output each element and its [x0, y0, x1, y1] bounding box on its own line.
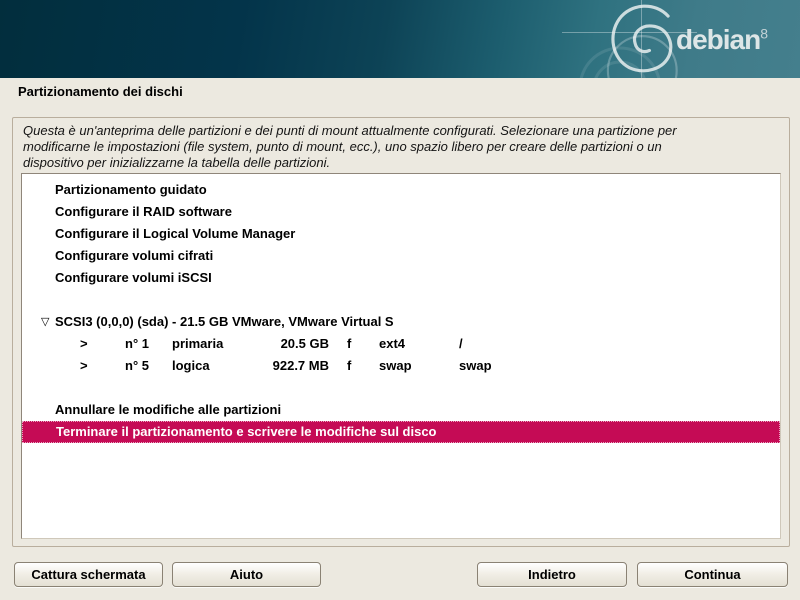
partition-type: logica: [172, 355, 257, 377]
partition-arrow-icon: >: [80, 355, 125, 377]
partition-list-rows: Partizionamento guidato Configurare il R…: [22, 179, 780, 443]
indent: [55, 333, 80, 355]
menu-item-undo-changes[interactable]: Annullare le modifiche alle partizioni: [22, 399, 780, 421]
faint-swirl-decoration-icon: [560, 30, 680, 78]
indent: [55, 355, 80, 377]
menu-item-configure-encrypted[interactable]: Configurare volumi cifrati: [22, 245, 780, 267]
description-line: dispositivo per inizializzarne la tabell…: [23, 155, 781, 171]
partition-number: n° 1: [125, 333, 172, 355]
partition-filesystem: swap: [379, 355, 459, 377]
description-line: Questa è un'anteprima delle partizioni e…: [23, 123, 781, 139]
partition-arrow-icon: >: [80, 333, 125, 355]
brand-version: 8: [760, 26, 768, 42]
screenshot-button[interactable]: Cattura schermata: [14, 562, 163, 587]
gap: [329, 355, 347, 377]
menu-item-configure-iscsi[interactable]: Configurare volumi iSCSI: [22, 267, 780, 289]
partition-number: n° 5: [125, 355, 172, 377]
menu-item-finish-partitioning[interactable]: Terminare il partizionamento e scrivere …: [22, 421, 780, 443]
partition-size: 20.5 GB: [257, 333, 329, 355]
partition-type: primaria: [172, 333, 257, 355]
menu-item-configure-raid[interactable]: Configurare il RAID software: [22, 201, 780, 223]
partition-mountpoint: /: [459, 333, 463, 355]
question-description: Questa è un'anteprima delle partizioni e…: [23, 123, 781, 171]
partition-size: 922.7 MB: [257, 355, 329, 377]
gap: [329, 333, 347, 355]
partition-list: Partizionamento guidato Configurare il R…: [21, 173, 781, 539]
installer-banner: debian8: [0, 0, 800, 78]
page-title: Partizionamento dei dischi: [18, 84, 183, 99]
brand-name: debian: [676, 24, 760, 55]
partition-format-flag: f: [347, 333, 379, 355]
disk-label: SCSI3 (0,0,0) (sda) - 21.5 GB VMware, VM…: [55, 314, 394, 329]
description-line: modificarne le impostazioni (file system…: [23, 139, 781, 155]
menu-item-guided-partitioning[interactable]: Partizionamento guidato: [22, 179, 780, 201]
menu-item-configure-lvm[interactable]: Configurare il Logical Volume Manager: [22, 223, 780, 245]
spacer-row: [22, 377, 780, 399]
spacer-row: [22, 289, 780, 311]
content-frame: Questa è un'anteprima delle partizioni e…: [12, 117, 790, 547]
partition-filesystem: ext4: [379, 333, 459, 355]
partition-format-flag: f: [347, 355, 379, 377]
back-button[interactable]: Indietro: [477, 562, 627, 587]
partition-mountpoint: swap: [459, 355, 492, 377]
debian-logo-text: debian8: [676, 24, 768, 56]
partition-row-1[interactable]: > n° 1 primaria 20.5 GB f ext4 /: [22, 333, 780, 355]
disk-row-sda[interactable]: ▽ SCSI3 (0,0,0) (sda) - 21.5 GB VMware, …: [22, 311, 780, 333]
help-button[interactable]: Aiuto: [172, 562, 321, 587]
expander-triangle-icon[interactable]: ▽: [41, 311, 55, 333]
partition-row-5[interactable]: > n° 5 logica 922.7 MB f swap swap: [22, 355, 780, 377]
continue-button[interactable]: Continua: [637, 562, 788, 587]
